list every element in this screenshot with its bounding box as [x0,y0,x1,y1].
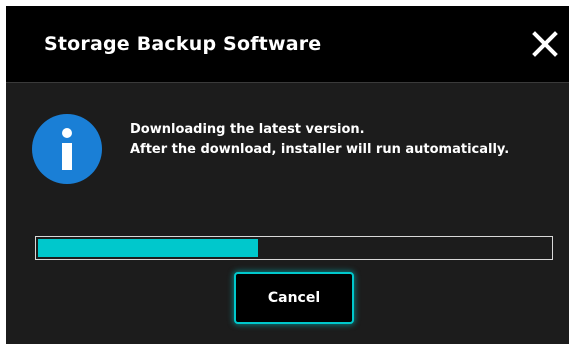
close-icon[interactable] [531,30,559,58]
progress-fill [38,239,259,257]
download-progress-bar [35,236,553,260]
message-line-2: After the download, installer will run a… [130,142,510,157]
status-message: Downloading the latest version. After th… [130,120,560,160]
download-dialog: Storage Backup Software Downloading the … [6,6,569,344]
info-icon [32,114,102,184]
cancel-button[interactable]: Cancel [234,272,354,324]
dialog-title: Storage Backup Software [44,33,322,55]
message-line-1: Downloading the latest version. [130,122,365,137]
title-bar: Storage Backup Software [6,6,569,83]
